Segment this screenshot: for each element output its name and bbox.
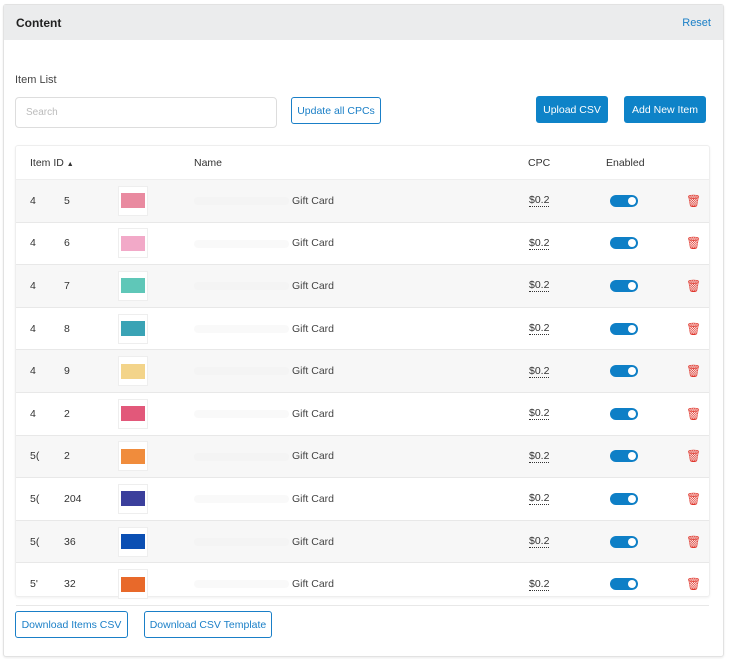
enabled-toggle[interactable] [610,237,638,250]
item-id-suffix: 2 [64,450,70,463]
item-id-prefix: 5( [30,450,40,463]
item-id-prefix: 4 [30,322,36,335]
cpc-value[interactable]: $0.2 [529,450,550,463]
table-row: 5( 36 Gift Card $0.2 🗑 [16,520,709,564]
column-enabled: Enabled [606,156,645,169]
item-list-label: Item List [15,74,57,86]
item-id-suffix: 36 [64,535,76,548]
enabled-toggle[interactable] [610,450,638,463]
item-name: Gift Card [194,450,334,462]
item-id-suffix: 9 [64,365,70,378]
trash-icon[interactable]: 🗑 [686,279,701,293]
download-items-csv-button[interactable]: Download Items CSV [15,611,128,638]
item-id-suffix: 8 [64,322,70,335]
item-thumbnail [118,526,148,557]
trash-icon[interactable]: 🗑 [686,492,701,506]
enabled-toggle[interactable] [610,492,638,505]
item-id-prefix: 4 [30,194,36,207]
table-row: 4 5 Gift Card $0.2 🗑 [16,180,709,223]
item-name: Gift Card [194,195,334,207]
column-name: Name [194,156,223,169]
table-row: 5' 32 Gift Card $0.2 🗑 [16,563,709,606]
search-input[interactable] [15,97,277,128]
upload-csv-button[interactable]: Upload CSV [536,96,608,123]
enabled-toggle[interactable] [610,194,638,207]
item-name: Gift Card [194,280,334,292]
item-thumbnail [118,398,148,429]
sort-asc-icon: ▲ [66,160,74,168]
panel-title: Content [16,15,62,30]
enabled-toggle[interactable] [610,322,638,335]
cpc-value[interactable]: $0.2 [529,365,550,378]
table-header: Item ID ▲ Name CPC Enabled [16,146,709,180]
item-thumbnail [118,483,148,514]
item-name: Gift Card [194,408,334,420]
table-row: 4 9 Gift Card $0.2 🗑 [16,350,709,393]
item-thumbnail [118,270,148,301]
item-thumbnail [118,356,148,387]
table-row: 4 6 Gift Card $0.2 🗑 [16,223,709,266]
cpc-value[interactable]: $0.2 [529,194,550,208]
enabled-toggle[interactable] [610,407,638,420]
update-all-cpcs-button[interactable]: Update all CPCs [291,97,381,124]
add-new-item-button[interactable]: Add New Item [624,96,706,123]
enabled-toggle[interactable] [610,365,638,378]
trash-icon[interactable]: 🗑 [686,236,701,250]
cpc-value[interactable]: $0.2 [529,535,550,549]
panel-header: Content Reset [4,5,723,40]
cpc-value[interactable]: $0.2 [529,578,550,591]
trash-icon[interactable]: 🗑 [686,322,701,336]
cpc-value[interactable]: $0.2 [529,407,550,421]
table-row: 4 8 Gift Card $0.2 🗑 [16,308,709,351]
item-thumbnail [118,313,148,344]
trash-icon[interactable]: 🗑 [686,364,701,378]
item-id-prefix: 5' [30,578,38,591]
column-item-id[interactable]: Item ID ▲ [30,157,74,169]
column-cpc: CPC [528,156,551,169]
trash-icon[interactable]: 🗑 [686,535,701,549]
item-thumbnail [118,228,148,259]
item-name: Gift Card [194,237,334,249]
item-name: Gift Card [194,493,334,505]
item-name: Gift Card [194,365,334,377]
enabled-toggle[interactable] [610,578,638,591]
item-id-prefix: 5( [30,492,40,505]
item-thumbnail [118,185,148,216]
download-csv-template-button[interactable]: Download CSV Template [144,611,272,638]
item-id-prefix: 4 [30,407,36,420]
table-row: 4 2 Gift Card $0.2 🗑 [16,393,709,436]
item-id-suffix: 6 [64,237,70,250]
reset-link[interactable]: Reset [682,17,711,29]
trash-icon[interactable]: 🗑 [686,577,701,591]
table-row: 4 7 Gift Card $0.2 🗑 [16,265,709,308]
trash-icon[interactable]: 🗑 [686,449,701,463]
item-id-suffix: 32 [64,578,76,591]
item-thumbnail [118,569,148,600]
cpc-value[interactable]: $0.2 [529,279,550,293]
trash-icon[interactable]: 🗑 [686,194,701,208]
item-id-prefix: 5( [30,535,40,548]
cpc-value[interactable]: $0.2 [529,237,550,250]
enabled-toggle[interactable] [610,279,638,292]
item-id-suffix: 204 [64,492,82,505]
enabled-toggle[interactable] [610,535,638,548]
item-id-suffix: 7 [64,279,70,292]
table-row: 5( 2 Gift Card $0.2 🗑 [16,435,709,479]
item-id-suffix: 5 [64,194,70,207]
trash-icon[interactable]: 🗑 [686,407,701,421]
item-id-suffix: 2 [64,407,70,420]
cpc-value[interactable]: $0.2 [529,492,550,506]
item-id-prefix: 4 [30,279,36,292]
item-name: Gift Card [194,578,334,590]
column-label: Item ID [30,156,64,169]
item-thumbnail [118,441,148,472]
item-name: Gift Card [194,536,334,548]
item-name: Gift Card [194,323,334,335]
cpc-value[interactable]: $0.2 [529,322,550,336]
item-id-prefix: 4 [30,237,36,250]
items-table: Item ID ▲ Name CPC Enabled 4 5 Gift Card… [15,145,710,606]
table-body: 4 5 Gift Card $0.2 🗑 4 6 Gift Card $0.2 🗑… [16,180,709,606]
table-row: 5( 204 Gift Card $0.2 🗑 [16,478,709,521]
item-id-prefix: 4 [30,365,36,378]
